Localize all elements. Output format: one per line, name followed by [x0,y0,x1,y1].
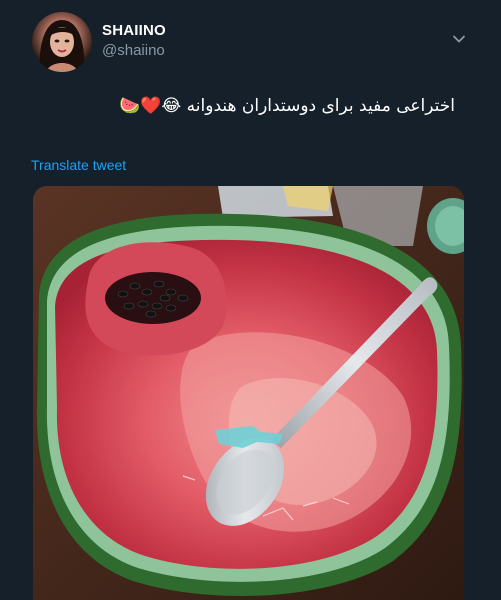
author-display-name[interactable]: SHAIINO [102,22,166,39]
chevron-down-icon [453,35,465,43]
watermelon-photo [33,186,464,600]
tweet: SHAIINO @shaiino اختراعی مفید برای دوستد… [0,0,501,600]
tweet-menu-button[interactable] [448,28,470,50]
avatar[interactable] [32,12,92,72]
blur-sticker [215,426,283,448]
author-handle[interactable]: @shaiino [102,42,165,59]
translate-tweet-link[interactable]: Translate tweet [31,157,126,173]
tweet-photo[interactable] [33,186,464,600]
tweet-text: اختراعی مفید برای دوستداران هندوانه 😂❤️🍉 [119,96,455,116]
avatar-portrait [39,20,85,72]
